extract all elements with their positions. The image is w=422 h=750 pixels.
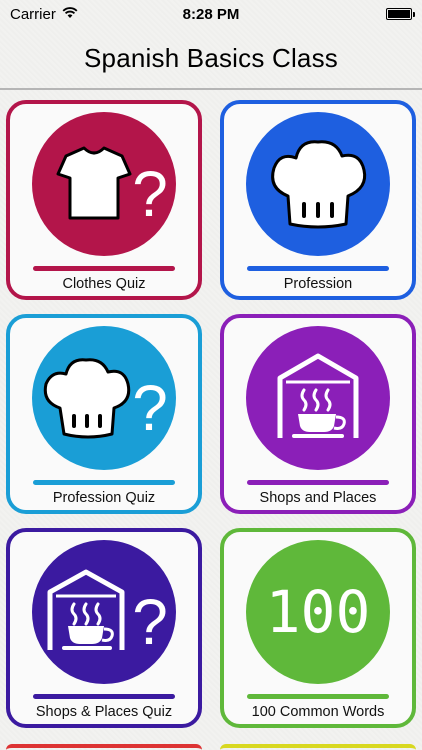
svg-text:?: ? — [132, 586, 168, 658]
tile-peek-right[interactable] — [220, 744, 416, 750]
tile-circle: ? — [32, 540, 176, 684]
chef-hat-icon — [271, 140, 367, 229]
status-right — [292, 8, 415, 20]
number-100-icon: 100 — [266, 578, 371, 646]
shop-coffee-question-icon: ? — [47, 569, 168, 658]
wifi-icon — [62, 6, 78, 23]
app-screen: Carrier 8:28 PM Spanish Basics Class ? C… — [0, 0, 422, 750]
status-bar: Carrier 8:28 PM — [0, 0, 422, 28]
tile-peek-left[interactable] — [6, 744, 202, 750]
svg-text:?: ? — [132, 372, 168, 444]
chef-hat-question-icon: ? — [43, 358, 168, 444]
tile-accent-bar — [33, 694, 175, 699]
page-title: Spanish Basics Class — [84, 42, 338, 73]
tile-label: 100 Common Words — [251, 704, 385, 720]
tile-shops-places-quiz[interactable]: ? Shops & Places Quiz — [6, 528, 202, 728]
tile-clothes-quiz[interactable]: ? Clothes Quiz — [6, 100, 202, 300]
tile-circle — [246, 326, 390, 470]
tile-circle: ? — [32, 112, 176, 256]
tile-accent-bar — [247, 694, 389, 699]
tile-label: Profession Quiz — [52, 490, 156, 506]
tile-accent-bar — [33, 266, 175, 271]
category-grid: ? Clothes Quiz Profession ? Profession Q… — [6, 100, 416, 728]
nav-bar: Spanish Basics Class — [0, 28, 422, 90]
tile-shops-and-places[interactable]: Shops and Places — [220, 314, 416, 514]
tile-label: Shops and Places — [259, 490, 377, 506]
tile-label: Shops & Places Quiz — [35, 704, 173, 720]
tile-accent-bar — [33, 480, 175, 485]
tile-profession[interactable]: Profession — [220, 100, 416, 300]
tile-circle — [246, 112, 390, 256]
tile-accent-bar — [247, 480, 389, 485]
shirt-question-icon: ? — [56, 146, 168, 230]
tile-100-common-words[interactable]: 100 100 Common Words — [220, 528, 416, 728]
svg-text:?: ? — [132, 158, 168, 230]
battery-icon — [385, 8, 415, 20]
next-row-peek — [0, 744, 422, 750]
tile-profession-quiz[interactable]: ? Profession Quiz — [6, 314, 202, 514]
tile-accent-bar — [247, 266, 389, 271]
tile-circle: ? — [32, 326, 176, 470]
shop-coffee-icon — [277, 353, 359, 438]
carrier-label: Carrier — [10, 5, 56, 23]
tile-label: Profession — [283, 276, 353, 292]
tile-label: Clothes Quiz — [62, 276, 146, 292]
status-left: Carrier — [10, 6, 130, 23]
number-100-text: 100 — [266, 578, 371, 646]
tile-circle: 100 — [246, 540, 390, 684]
status-time: 8:28 PM — [182, 5, 240, 23]
